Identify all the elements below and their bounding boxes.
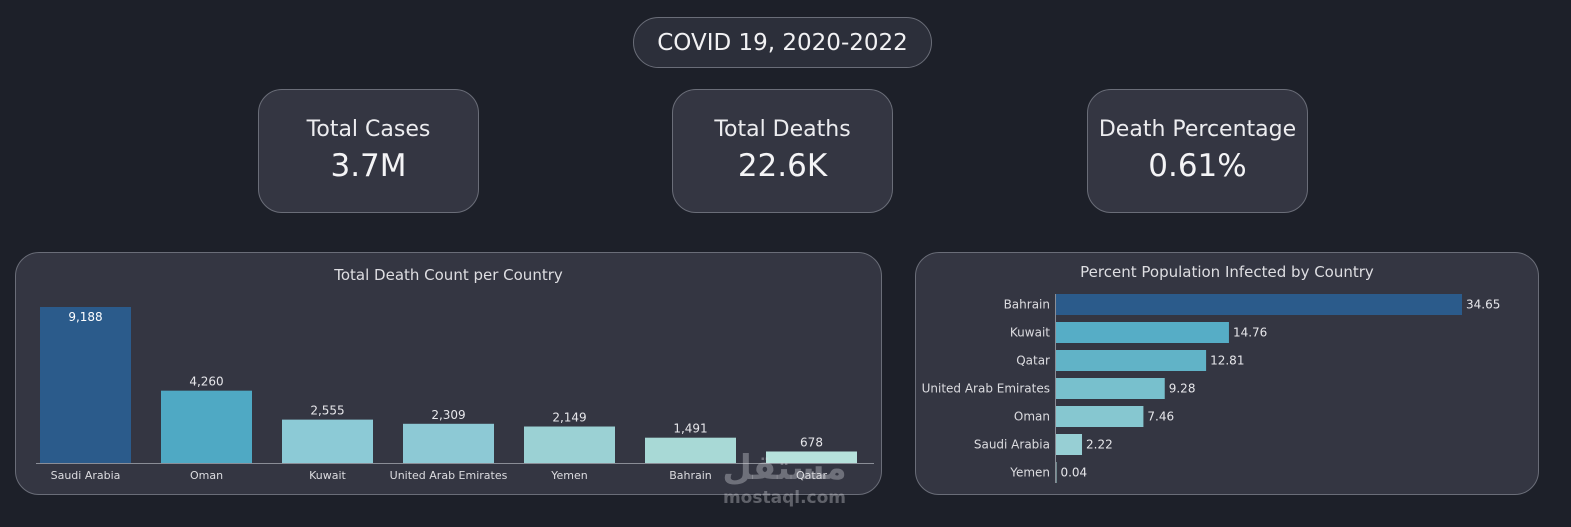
infected-category-label-0: Bahrain bbox=[1004, 298, 1050, 312]
infected-category-label-3: United Arab Emirates bbox=[922, 382, 1050, 396]
infected-value-label-1: 14.76 bbox=[1233, 326, 1267, 340]
infected-bar-1 bbox=[1056, 322, 1229, 343]
death-category-label-1: Oman bbox=[190, 469, 223, 482]
infected-value-label-0: 34.65 bbox=[1466, 298, 1500, 312]
kpi-death-percentage: Death Percentage 0.61% bbox=[1087, 89, 1308, 213]
death-bar-6 bbox=[766, 451, 857, 463]
death-bar-5 bbox=[645, 437, 736, 463]
infected-bar-3 bbox=[1056, 378, 1165, 399]
death-value-label-5: 1,491 bbox=[673, 422, 707, 436]
infected-value-label-4: 7.46 bbox=[1147, 410, 1174, 424]
death-bar-1 bbox=[161, 390, 252, 463]
dashboard-title: COVID 19, 2020-2022 bbox=[633, 17, 932, 68]
infected-bar-0 bbox=[1056, 294, 1462, 315]
death-category-label-6: Qatar bbox=[796, 469, 827, 482]
kpi-death-percentage-label: Death Percentage bbox=[1098, 117, 1297, 142]
kpi-total-deaths-value: 22.6K bbox=[737, 148, 828, 184]
death-count-chart: 9,188 Saudi Arabia 4,260 Oman 2,555 Kuwait 2,3… bbox=[36, 307, 874, 482]
death-category-label-3: United Arab Emirates bbox=[390, 469, 508, 482]
infected-chart: Bahrain 34.65 Kuwait 14.76 Qatar 12.81 United … bbox=[922, 294, 1500, 483]
death-value-label-6: 678 bbox=[800, 435, 823, 449]
kpi-total-deaths: Total Deaths 22.6K bbox=[672, 89, 893, 213]
infected-category-label-4: Oman bbox=[1014, 410, 1050, 424]
death-bar-2 bbox=[282, 419, 373, 463]
dashboard-title-text: COVID 19, 2020-2022 bbox=[657, 29, 908, 56]
death-value-label-1: 4,260 bbox=[189, 375, 223, 389]
death-bar-3 bbox=[403, 423, 494, 463]
death-bar-4 bbox=[524, 426, 615, 463]
death-value-label-4: 2,149 bbox=[552, 411, 586, 425]
death-category-label-0: Saudi Arabia bbox=[51, 469, 121, 482]
kpi-total-cases: Total Cases 3.7M bbox=[258, 89, 479, 213]
death-value-label-2: 2,555 bbox=[310, 404, 344, 418]
infected-category-label-5: Saudi Arabia bbox=[974, 438, 1050, 452]
death-value-label-0: 9,188 bbox=[68, 310, 102, 324]
death-count-panel: Total Death Count per Country 9,188 Saudi… bbox=[15, 252, 882, 495]
infected-value-label-2: 12.81 bbox=[1210, 354, 1244, 368]
death-category-label-5: Bahrain bbox=[669, 469, 712, 482]
death-category-label-2: Kuwait bbox=[309, 469, 346, 482]
kpi-death-percentage-value: 0.61% bbox=[1148, 148, 1247, 184]
kpi-total-cases-value: 3.7M bbox=[330, 148, 407, 184]
kpi-total-cases-label: Total Cases bbox=[306, 117, 431, 142]
infected-panel: Percent Population Infected by Country B… bbox=[915, 252, 1539, 495]
infected-category-label-1: Kuwait bbox=[1010, 326, 1050, 340]
kpi-total-deaths-label: Total Deaths bbox=[714, 117, 851, 142]
infected-bar-5 bbox=[1056, 434, 1083, 455]
infected-category-label-2: Qatar bbox=[1016, 354, 1050, 368]
infected-category-label-6: Yemen bbox=[1009, 466, 1050, 480]
infected-bar-4 bbox=[1056, 406, 1144, 427]
death-category-label-4: Yemen bbox=[550, 469, 588, 482]
infected-value-label-3: 9.28 bbox=[1169, 382, 1196, 396]
infected-value-label-6: 0.04 bbox=[1060, 466, 1087, 480]
infected-value-label-5: 2.22 bbox=[1086, 438, 1113, 452]
infected-bar-2 bbox=[1056, 350, 1207, 371]
death-bar-0 bbox=[40, 307, 131, 463]
infected-bar-6 bbox=[1056, 462, 1057, 483]
death-value-label-3: 2,309 bbox=[431, 408, 465, 422]
